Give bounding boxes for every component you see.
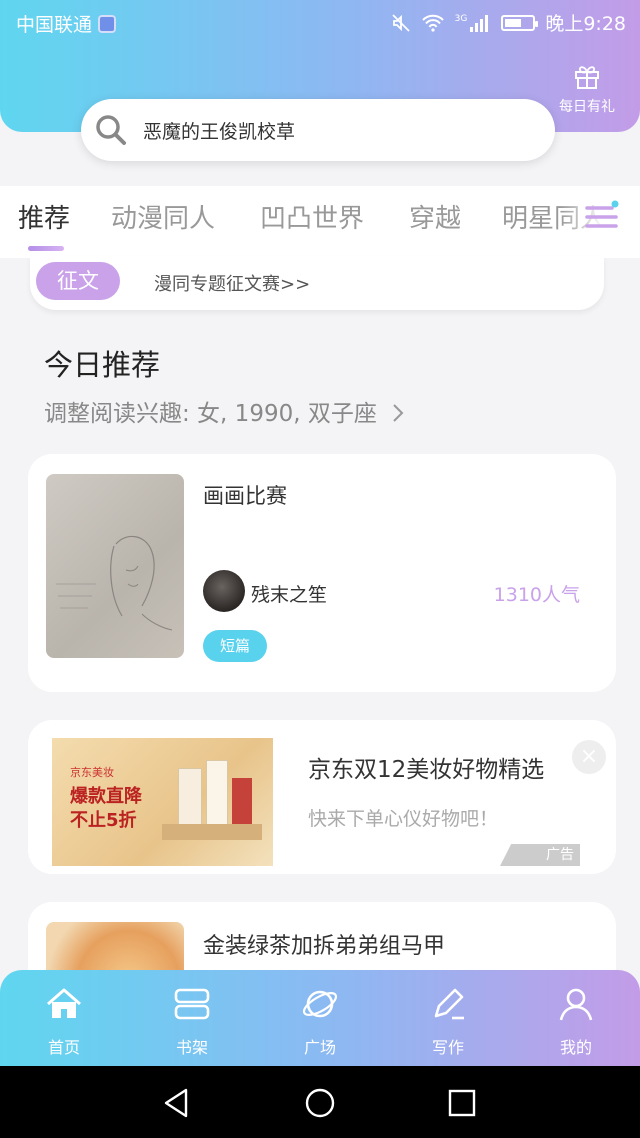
category-tabs: 推荐 动漫同人 凹凸世界 穿越 明星同人 — [0, 186, 640, 258]
search-bar[interactable]: 恶魔的王俊凯校草 — [81, 99, 555, 161]
gift-label: 每日有礼 — [559, 99, 615, 115]
tab-time-travel[interactable]: 穿越 — [409, 198, 461, 235]
story-title: 画画比赛 — [203, 484, 287, 508]
wifi-icon — [421, 14, 444, 32]
gift-icon — [575, 66, 599, 89]
story-title: 金装绿茶加拆弟弟组马甲 — [203, 934, 446, 959]
story-cover — [46, 474, 184, 658]
daily-gift-button[interactable]: 每日有礼 — [552, 62, 622, 116]
contest-link[interactable]: 漫同专题征文赛>> — [154, 270, 310, 296]
nav-label: 我的 — [559, 1038, 592, 1057]
signal-icon — [470, 14, 489, 32]
clock: 晚上9:28 — [545, 13, 626, 35]
nav-square[interactable]: 广场 — [275, 984, 365, 1058]
search-input[interactable]: 恶魔的王俊凯校草 — [143, 117, 295, 144]
recents-icon[interactable] — [445, 1086, 479, 1120]
ad-image-headline2: 不止5折 — [70, 810, 137, 831]
author-name[interactable]: 残末之笙 — [251, 580, 327, 607]
story-card[interactable]: 画画比赛 残末之笙 1310人气 短篇 — [28, 454, 616, 692]
avatar[interactable] — [203, 570, 245, 612]
bottom-navigation: 首页 书架 广场 写作 我的 — [0, 970, 640, 1066]
home-icon — [47, 988, 81, 1018]
menu-icon[interactable] — [584, 196, 620, 236]
tab-aotu-world[interactable]: 凹凸世界 — [260, 198, 364, 235]
tab-recommend[interactable]: 推荐 — [18, 198, 70, 235]
search-icon — [96, 115, 126, 145]
ad-title: 京东双12美妆好物精选 — [308, 757, 545, 783]
close-icon[interactable]: × — [572, 740, 606, 774]
pen-icon — [434, 988, 464, 1020]
ad-subtitle: 快来下单心仪好物吧！ — [308, 808, 499, 830]
battery-icon — [501, 14, 539, 31]
ad-card[interactable]: 京东美妆 爆款直降 不止5折 京东双12美妆好物精选 快来下单心仪好物吧！ × … — [28, 720, 616, 874]
popularity-count: 1310人气 — [493, 584, 580, 606]
tab-active-indicator — [28, 246, 64, 251]
system-navigation-bar — [0, 1066, 640, 1138]
back-icon[interactable] — [160, 1086, 194, 1120]
nav-profile[interactable]: 我的 — [531, 984, 621, 1058]
status-bar: 中国联通 3G 晚上9:28 — [0, 0, 640, 44]
carrier-name: 中国联通 — [16, 14, 93, 36]
nav-label: 书架 — [175, 1038, 208, 1057]
contest-banner[interactable]: 征文 漫同专题征文赛>> — [30, 256, 604, 310]
network-type: 3G — [454, 13, 468, 24]
carrier: 中国联通 — [16, 10, 117, 37]
contest-badge: 征文 — [36, 262, 120, 300]
reading-interest-link[interactable]: 调整阅读兴趣: 女, 1990, 双子座 — [44, 394, 406, 428]
nav-write[interactable]: 写作 — [403, 984, 493, 1058]
ad-image-headline1: 爆款直降 — [70, 786, 142, 807]
tab-anime[interactable]: 动漫同人 — [111, 198, 215, 235]
carrier-badge-icon — [98, 14, 117, 33]
home-button-icon[interactable] — [303, 1086, 337, 1120]
ad-image-brand: 京东美妆 — [70, 766, 114, 779]
bookshelf-icon — [174, 988, 210, 1020]
profile-icon — [559, 988, 593, 1021]
nav-label: 写作 — [431, 1038, 464, 1057]
nav-home[interactable]: 首页 — [19, 984, 109, 1058]
reading-interest-text: 调整阅读兴趣: 女, 1990, 双子座 — [44, 401, 377, 427]
chevron-right-icon — [393, 404, 404, 422]
section-title: 今日推荐 — [44, 348, 161, 382]
ad-label: 广告 — [500, 844, 580, 866]
mute-icon — [391, 13, 410, 32]
story-tag: 短篇 — [203, 630, 267, 662]
status-icons: 3G 晚上9:28 — [391, 9, 626, 36]
nav-bookshelf[interactable]: 书架 — [147, 984, 237, 1058]
planet-icon — [302, 990, 338, 1018]
nav-label: 首页 — [47, 1038, 80, 1057]
ad-image: 京东美妆 爆款直降 不止5折 — [52, 738, 273, 866]
nav-label: 广场 — [303, 1038, 336, 1057]
